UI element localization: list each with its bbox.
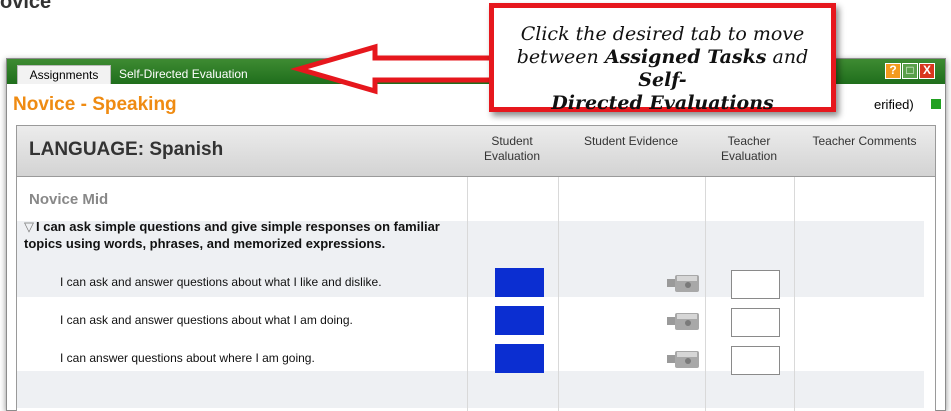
instruction-callout: Click the desired tab to move between As… — [489, 3, 836, 115]
callout-line-2c: and — [766, 46, 809, 68]
callout-line-2a: between — [516, 46, 605, 68]
callout-assigned-tasks: Assigned Tasks — [604, 46, 767, 68]
callout-line-3: Directed Evaluations — [551, 92, 774, 114]
callout-line-1: Click the desired tab to move — [520, 23, 805, 45]
callout-self: Self- — [638, 69, 687, 91]
callout-text: Click the desired tab to move between As… — [494, 23, 831, 115]
